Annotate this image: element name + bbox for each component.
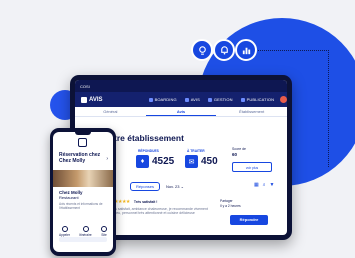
topbar-label: COSI [80,83,90,89]
review-time: Il y a 2 heures [220,204,241,208]
stat-label-answered: RÉPONDUES [138,149,159,153]
stat-answered-value: 4525 [152,156,175,167]
phone-icon [61,226,68,232]
tab-avis[interactable]: Avis [145,107,217,116]
filter-icons: ▦ ⌕ ▼ [254,182,275,188]
phone-bottom-bar [59,237,107,242]
stat-pending-value: 450 [201,156,218,167]
review-title: Très satisfait ! [133,200,158,204]
reply-button[interactable]: Répondre [230,215,268,225]
directions-action[interactable]: Itinéraire [79,226,92,237]
tab-general[interactable]: Général [75,107,146,116]
review-body: Très satisfait, ambiance chaleureuse, je… [110,207,208,216]
call-action[interactable]: Appeler [59,226,70,237]
phone-notch [75,132,91,135]
tablet-topbar: COSI [75,80,287,92]
venue-info: Chez Molly Restaurant [59,190,83,200]
lightbulb-icon[interactable] [191,39,213,61]
search-icon[interactable]: ⌕ [263,182,266,188]
stat-answered: ♦ 4525 [136,155,174,168]
see-more-button[interactable]: voir plus [232,162,272,172]
diamond-icon: ♦ [136,155,149,168]
logo-icon [81,96,87,103]
filter-icon[interactable]: ▼ [270,182,275,188]
grid-icon[interactable]: ▦ [254,182,259,188]
page-title: tre établissement [114,133,184,143]
venue-description: Avis récents et informations de l'établi… [59,202,103,210]
phone-screen: Réservation chez Chez Molly › Chez Molly… [53,132,113,252]
menu-item-avis[interactable]: AVIS [185,97,200,102]
venue-category: Restaurant [59,195,79,200]
map-pin-icon [82,226,89,232]
globe-icon [101,226,107,232]
filter-row: Réponses Nov. 23 ⌄ [130,182,184,191]
review-meta: Partager Il y a 2 heures [220,199,275,209]
tablet-navbar: AVIS BOARDING AVIS GESTION PUBLICATION [75,92,287,107]
tab-bar: Général Avis Établissement [75,107,287,117]
logo-text: AVIS [89,96,103,103]
mail-icon: ✉ [185,155,198,168]
score-panel: Score de 60 [232,147,246,158]
chart-icon[interactable] [235,39,257,61]
stat-pending: ✉ 450 [185,155,218,168]
tab-etablissement[interactable]: Établissement [216,107,287,116]
filter-pill[interactable]: Réponses [130,182,161,191]
bell-icon[interactable] [213,39,235,61]
menu-item-gestion[interactable]: GESTION [208,97,233,102]
calendar-icon [78,138,87,147]
menu-item-publication[interactable]: PUBLICATION [241,97,274,102]
chevron-right-icon[interactable]: › [106,156,108,162]
venue-photo [53,170,113,187]
phone-actions: Appeler Itinéraire Site [59,226,107,237]
stat-label-pending: À TRAITER [187,149,205,153]
score-value: 60 [232,152,238,157]
website-action[interactable]: Site [101,226,107,237]
app-logo[interactable]: AVIS [81,96,103,103]
user-avatars[interactable] [280,96,287,103]
booking-title: Réservation chez Chez Molly [59,152,101,164]
main-menu: BOARDING AVIS GESTION PUBLICATION [149,97,275,102]
phone-device: Réservation chez Chez Molly › Chez Molly… [50,128,116,256]
avatar[interactable] [280,96,287,103]
menu-item-boarding[interactable]: BOARDING [149,97,177,102]
date-filter[interactable]: Nov. 23 ⌄ [166,184,184,189]
